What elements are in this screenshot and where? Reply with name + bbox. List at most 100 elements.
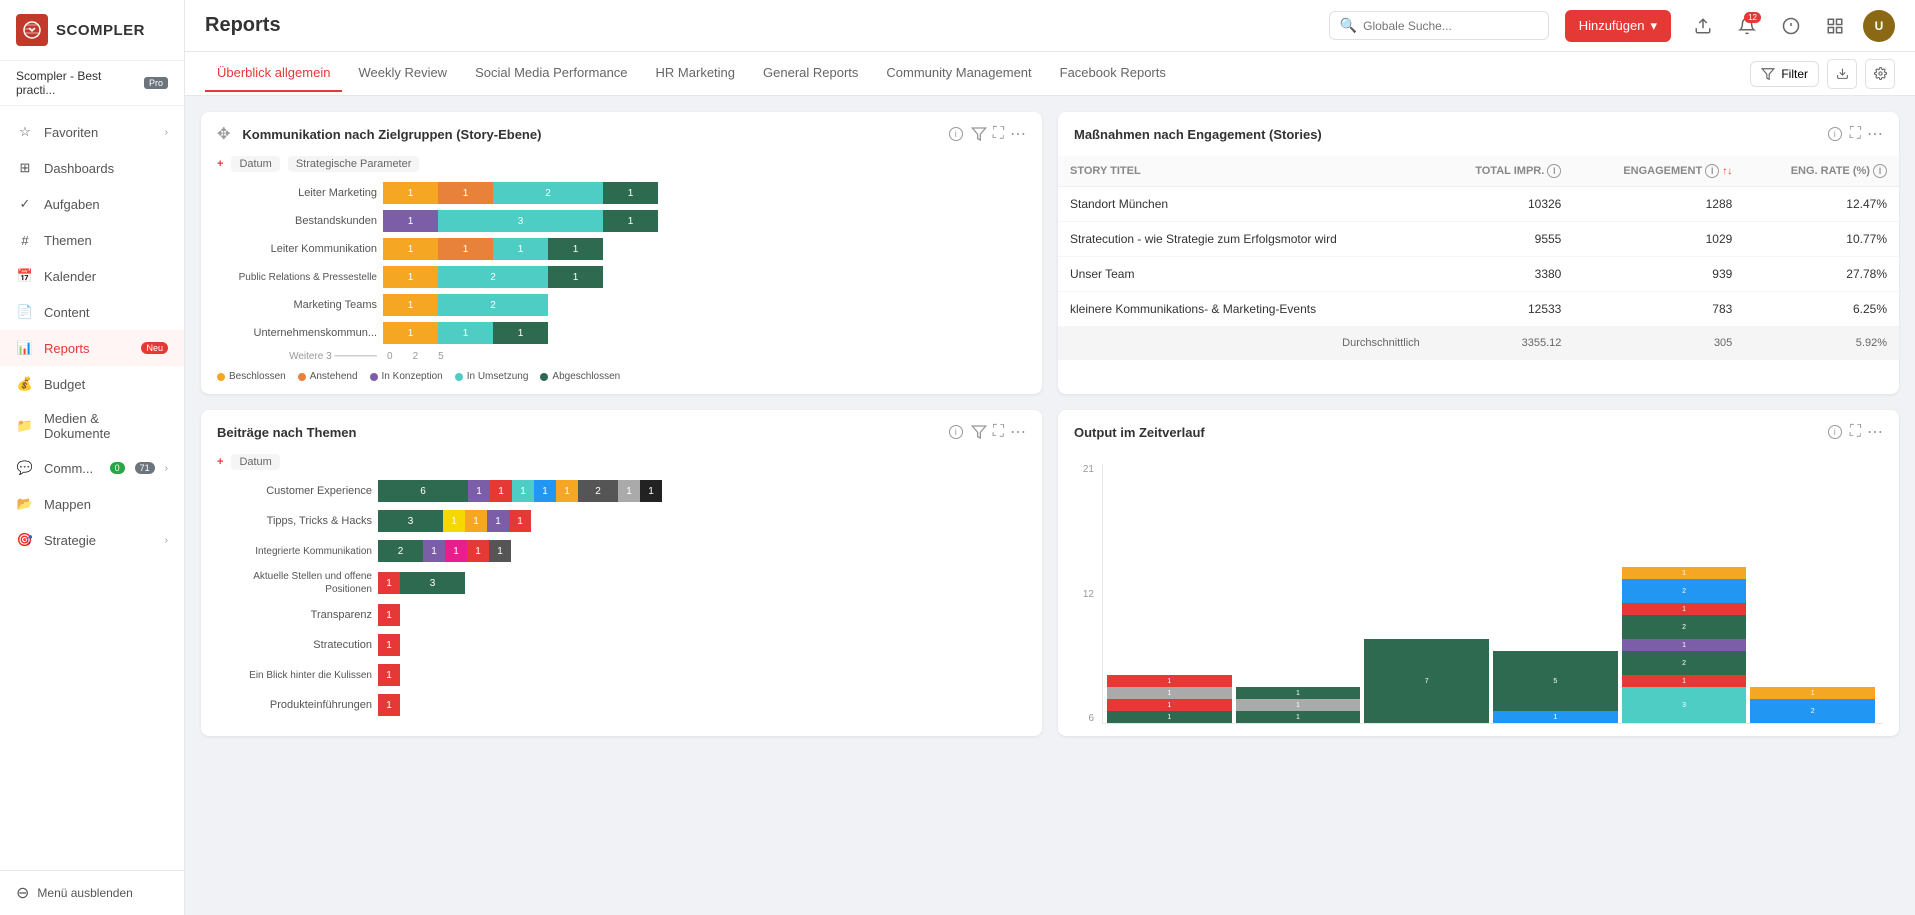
sidebar-item-themen[interactable]: # Themen <box>0 222 184 258</box>
drag-icon[interactable]: ✥ <box>217 124 230 144</box>
legend-label: Beschlossen <box>229 371 286 382</box>
info-icon[interactable] <box>1775 10 1807 42</box>
more-icon[interactable]: ⋯ <box>1867 124 1883 144</box>
more-icon[interactable]: ⋯ <box>1010 124 1026 144</box>
eng-cell: 783 <box>1573 292 1744 327</box>
expand-icon[interactable]: ⛶ <box>1850 125 1861 143</box>
date-filter[interactable]: Datum <box>231 156 279 172</box>
sidebar-item-label: Favoriten <box>44 125 155 140</box>
export-icon[interactable] <box>1827 59 1857 89</box>
avg-eng: 305 <box>1573 327 1744 360</box>
chevron-down-icon: ▾ <box>1650 18 1657 34</box>
bar-segments: 1 1 1 1 <box>383 238 1026 260</box>
add-filter-icon[interactable]: + <box>217 456 223 468</box>
legend-item: Anstehend <box>298 371 358 382</box>
col-info-icon[interactable]: i <box>1705 164 1719 178</box>
bar-row-label: Transparenz <box>217 608 372 622</box>
col-label: ENG. RATE (%) <box>1791 165 1870 177</box>
search-box[interactable]: 🔍 <box>1329 11 1549 40</box>
col-info-icon[interactable]: i <box>1547 164 1561 178</box>
sidebar-item-budget[interactable]: 💰 Budget <box>0 366 184 402</box>
tab-community[interactable]: Community Management <box>874 55 1043 92</box>
legend-label: Anstehend <box>310 371 358 382</box>
bar-segment: 1 <box>445 540 467 562</box>
chart2-title: Maßnahmen nach Engagement (Stories) <box>1074 127 1820 142</box>
stacked-bar: 1 5 <box>1493 651 1618 723</box>
add-filter-icon[interactable]: + <box>217 158 223 170</box>
more-icon[interactable]: ⋯ <box>1010 422 1026 442</box>
filter-icon[interactable] <box>971 126 987 142</box>
chart4-info-icon[interactable]: i <box>1828 425 1842 439</box>
output-segment: 2 <box>1622 615 1747 639</box>
bar-row: Unternehmenskommun... 1 1 1 <box>217 322 1026 344</box>
tab-general[interactable]: General Reports <box>751 55 870 92</box>
sidebar-item-kalender[interactable]: 📅 Kalender <box>0 258 184 294</box>
expand-icon[interactable]: ⛶ <box>993 423 1004 441</box>
sidebar-navigation: ☆ Favoriten › ⊞ Dashboards ✓ Aufgaben # … <box>0 106 184 870</box>
apps-icon[interactable] <box>1819 10 1851 42</box>
output-segment: 5 <box>1493 651 1618 711</box>
sidebar-item-dashboards[interactable]: ⊞ Dashboards <box>0 150 184 186</box>
sidebar-item-aufgaben[interactable]: ✓ Aufgaben <box>0 186 184 222</box>
avatar[interactable]: U <box>1863 10 1895 42</box>
output-segment: 1 <box>1107 711 1232 723</box>
param-filter[interactable]: Strategische Parameter <box>288 156 420 172</box>
sidebar-item-content[interactable]: 📄 Content <box>0 294 184 330</box>
sidebar-item-favoriten[interactable]: ☆ Favoriten › <box>0 114 184 150</box>
output-segment: 3 <box>1622 687 1747 723</box>
bar-segment: 1 <box>490 480 512 502</box>
chart4-title: Output im Zeitverlauf <box>1074 425 1820 440</box>
more-icon[interactable]: ⋯ <box>1867 422 1883 442</box>
bar-row: Aktuelle Stellen und offene Positionen 1… <box>217 570 1026 596</box>
tab-facebook[interactable]: Facebook Reports <box>1048 55 1178 92</box>
chart1-bars: Leiter Marketing 1 1 2 1 Bestandskunden … <box>217 182 1026 363</box>
bar-row-label: Leiter Marketing <box>217 186 377 200</box>
legend-label: In Umsetzung <box>467 371 529 382</box>
filter-button[interactable]: Filter <box>1750 61 1819 87</box>
expand-icon[interactable]: ⛶ <box>1850 423 1861 441</box>
bar-segment: 1 <box>493 238 548 260</box>
chart2-info-icon[interactable]: i <box>1828 127 1842 141</box>
bar-row: Marketing Teams 1 2 <box>217 294 1026 316</box>
sidebar-item-mappen[interactable]: 📂 Mappen <box>0 486 184 522</box>
y-axis: 21 12 6 <box>1074 464 1094 724</box>
chart3-info-icon[interactable]: i <box>949 425 963 439</box>
tab-hr[interactable]: HR Marketing <box>644 55 747 92</box>
col-story: STORY TITEL <box>1058 156 1432 187</box>
sort-icon[interactable]: ↑↓ <box>1722 166 1732 177</box>
col-label: ENGAGEMENT <box>1623 165 1702 177</box>
add-button[interactable]: Hinzufügen ▾ <box>1565 10 1671 42</box>
date-filter[interactable]: Datum <box>231 454 279 470</box>
legend-dot <box>217 373 225 381</box>
sidebar-item-medien[interactable]: 📁 Medien & Dokumente <box>0 402 184 450</box>
average-row: Durchschnittlich 3355.12 305 5.92% <box>1058 327 1899 360</box>
chart2-actions: ⛶ ⋯ <box>1850 124 1883 144</box>
bar-segment: 1 <box>378 572 400 594</box>
target-icon: 🎯 <box>16 531 34 549</box>
tab-weekly[interactable]: Weekly Review <box>346 55 459 92</box>
menu-hide-button[interactable]: ⊖ Menü ausblenden <box>0 870 184 915</box>
tab-uberblick[interactable]: Überblick allgemein <box>205 55 342 92</box>
expand-icon[interactable]: ⛶ <box>993 125 1004 143</box>
bar-segments: 2 1 1 1 1 <box>378 540 1026 562</box>
output-segment: 1 <box>1750 687 1875 699</box>
tab-social[interactable]: Social Media Performance <box>463 55 639 92</box>
upload-icon[interactable] <box>1687 10 1719 42</box>
col-info-icon[interactable]: i <box>1873 164 1887 178</box>
table-row: Unser Team 3380 939 27.78% <box>1058 257 1899 292</box>
sidebar-item-reports[interactable]: 📊 Reports Neu <box>0 330 184 366</box>
sidebar-item-strategie[interactable]: 🎯 Strategie › <box>0 522 184 558</box>
settings-icon[interactable] <box>1865 59 1895 89</box>
table-row: Stratecution - wie Strategie zum Erfolgs… <box>1058 222 1899 257</box>
output-segment: 1 <box>1236 711 1361 723</box>
sidebar-item-comm[interactable]: 💬 Comm... 0 71 › <box>0 450 184 486</box>
filter-icon[interactable] <box>971 424 987 440</box>
chart4-card: Output im Zeitverlauf i ⛶ ⋯ 21 12 6 <box>1058 410 1899 736</box>
chat-icon: 💬 <box>16 459 34 477</box>
notification-icon[interactable]: 12 <box>1731 10 1763 42</box>
sidebar: SCOMPLER Scompler - Best practi... Pro ☆… <box>0 0 185 915</box>
output-col: 1 1 1 <box>1236 687 1361 723</box>
bar-segment: 1 <box>468 480 490 502</box>
chart1-info-icon[interactable]: i <box>949 127 963 141</box>
search-input[interactable] <box>1363 19 1538 33</box>
